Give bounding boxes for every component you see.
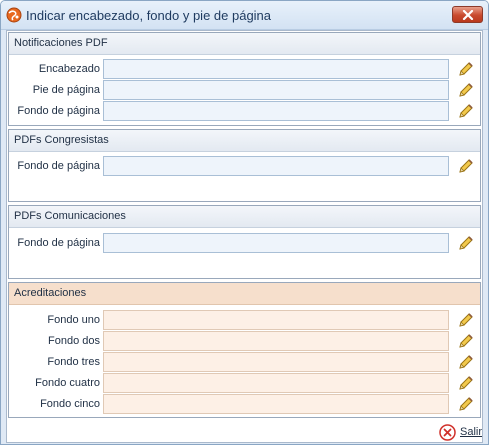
field-label: Fondo cinco (40, 398, 100, 410)
pencil-icon[interactable] (457, 157, 475, 175)
fondo-tres-input[interactable] (103, 352, 449, 372)
fondo-uno-input[interactable] (103, 310, 449, 330)
section-title: PDFs Congresistas (9, 130, 480, 152)
field-row-fondo-cuatro: Fondo cuatro (9, 373, 480, 393)
exit-x-icon (439, 424, 456, 444)
field-label: Fondo cuatro (35, 377, 100, 389)
close-button[interactable] (452, 6, 483, 23)
fondo-cuatro-input[interactable] (103, 373, 449, 393)
section-pdfs-comunicaciones: PDFs Comunicaciones Fondo de página (8, 205, 481, 279)
field-row-pie-de-pagina: Pie de página (9, 80, 480, 100)
field-row-fondo-dos: Fondo dos (9, 331, 480, 351)
section-title: Acreditaciones (9, 283, 480, 305)
dialog-window: Indicar encabezado, fondo y pie de págin… (0, 0, 489, 445)
field-label: Fondo de página (17, 160, 100, 172)
field-row-fondo-tres: Fondo tres (9, 352, 480, 372)
pencil-icon[interactable] (457, 332, 475, 350)
fondo-de-pagina-input[interactable] (103, 101, 449, 121)
field-row-fondo-cinco: Fondo cinco (9, 394, 480, 414)
encabezado-input[interactable] (103, 59, 449, 79)
pencil-icon[interactable] (457, 311, 475, 329)
window-title: Indicar encabezado, fondo y pie de págin… (26, 8, 272, 23)
field-label: Encabezado (38, 63, 100, 75)
section-title: Notificaciones PDF (9, 33, 480, 55)
field-label: Pie de página (32, 84, 100, 96)
field-label: Fondo tres (47, 356, 100, 368)
field-row-fondo-uno: Fondo uno (9, 310, 480, 330)
pencil-icon[interactable] (457, 353, 475, 371)
pencil-icon[interactable] (457, 234, 475, 252)
field-label: Fondo de página (17, 237, 100, 249)
field-row-fondo-de-pagina: Fondo de página (9, 156, 480, 176)
fondo-dos-input[interactable] (103, 331, 449, 351)
globe-icon (6, 7, 22, 23)
pencil-icon[interactable] (457, 374, 475, 392)
field-row-encabezado: Encabezado (9, 59, 480, 79)
field-label: Fondo uno (47, 314, 100, 326)
section-notificaciones-pdf: Notificaciones PDF Encabezado Pie de pág… (8, 32, 481, 126)
field-label: Fondo de página (17, 105, 100, 117)
pencil-icon[interactable] (457, 395, 475, 413)
fondo-cinco-input[interactable] (103, 394, 449, 414)
close-icon (462, 10, 474, 20)
section-acreditaciones: Acreditaciones Fondo uno Fondo dos Fondo… (8, 282, 481, 418)
exit-label[interactable]: Salir (460, 426, 482, 438)
dialog-content: Notificaciones PDF Encabezado Pie de pág… (6, 30, 483, 443)
fondo-de-pagina-input[interactable] (103, 233, 449, 253)
section-title: PDFs Comunicaciones (9, 206, 480, 228)
field-row-fondo-de-pagina: Fondo de página (9, 233, 480, 253)
section-pdfs-congresistas: PDFs Congresistas Fondo de página (8, 129, 481, 202)
pencil-icon[interactable] (457, 60, 475, 78)
field-label: Fondo dos (48, 335, 100, 347)
pencil-icon[interactable] (457, 102, 475, 120)
title-bar[interactable]: Indicar encabezado, fondo y pie de págin… (1, 1, 488, 30)
pencil-icon[interactable] (457, 81, 475, 99)
field-row-fondo-de-pagina: Fondo de página (9, 101, 480, 121)
pie-de-pagina-input[interactable] (103, 80, 449, 100)
fondo-de-pagina-input[interactable] (103, 156, 449, 176)
